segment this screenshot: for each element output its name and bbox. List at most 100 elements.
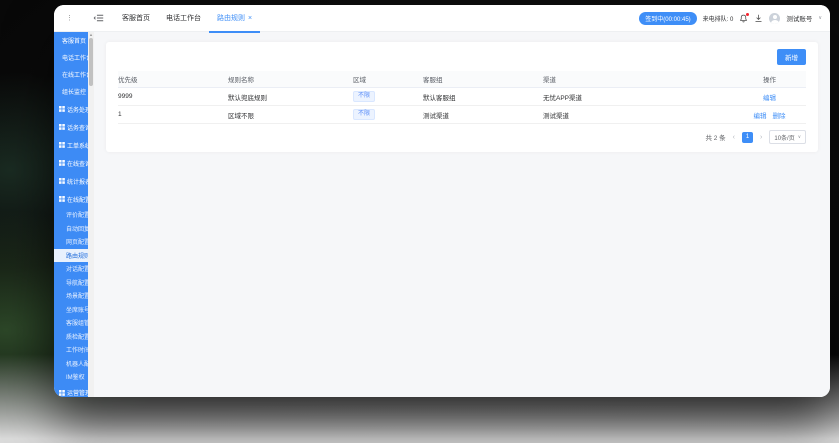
column-header: 渠道 xyxy=(543,77,556,84)
sidebar-menu: 客服首页 电话工作台 在线工作台 组长监控 话务处理 ∨ 话务查询 xyxy=(54,32,88,397)
tab[interactable]: 电话工作台 xyxy=(158,5,209,33)
sidebar-group[interactable]: 在线查询 ∨ xyxy=(54,154,88,172)
tab-close-icon[interactable]: × xyxy=(248,15,252,22)
sidebar-group[interactable]: 在线配置 ∧ xyxy=(54,190,88,208)
grid-icon xyxy=(59,142,65,148)
sidebar-subitem-label: 工作时间管理 xyxy=(66,348,88,355)
sidebar-group-label: 话务处理 xyxy=(67,107,88,114)
main-content: 新增 优先级 规则名称 区域 客服组 渠道 操作 9999 默认兜底规则 不限 默认客服组… xyxy=(94,32,830,397)
sidebar-item[interactable]: 客服首页 xyxy=(54,32,88,49)
cell-channel: 测试渠道 xyxy=(543,112,569,120)
sidebar-subitem-label: 自动回复 xyxy=(66,226,88,233)
page-number-button[interactable]: 1 xyxy=(742,131,754,143)
grid-icon xyxy=(59,124,65,130)
sidebar-subitem[interactable]: 评价配置 xyxy=(54,208,88,222)
topbar: ⋮ 客服首页 电话工作台 路由规则 × 签到中(00:00:45) 来电排队: … xyxy=(54,5,830,33)
sidebar-subitem-label: 机器人配置 xyxy=(66,361,88,368)
tab-label: 客服首页 xyxy=(122,15,150,22)
sidebar-subitem[interactable]: 质检配置 xyxy=(54,330,88,344)
download-button[interactable] xyxy=(754,14,763,23)
grid-icon xyxy=(59,160,65,166)
cell-group: 默认客服组 xyxy=(423,94,456,102)
cell-channel: 无忧APP渠道 xyxy=(543,94,583,102)
prev-page-button[interactable]: ‹ xyxy=(731,134,737,141)
page-size-select[interactable]: 10条/页 ∨ xyxy=(769,130,806,144)
column-header: 优先级 xyxy=(118,77,138,84)
sidebar-item[interactable]: 在线工作台 xyxy=(54,66,88,83)
sidebar-subitem[interactable]: 导航配置 xyxy=(54,276,88,290)
region-badge: 不限 xyxy=(353,108,376,121)
sidebar-item[interactable]: 电话工作台 xyxy=(54,49,88,66)
tab-bar: 客服首页 电话工作台 路由规则 × xyxy=(114,5,261,33)
sidebar-subitem[interactable]: IM鉴权 xyxy=(54,370,88,384)
column-header: 规则名称 xyxy=(228,77,254,84)
tab-label: 路由规则 xyxy=(217,15,245,22)
action-link[interactable]: 编辑 xyxy=(754,113,767,120)
tab[interactable]: 路由规则 × xyxy=(209,5,261,33)
sidebar-group-label: 在线查询 xyxy=(67,161,88,168)
sidebar-collapse-icon[interactable] xyxy=(93,13,104,23)
cell-rule-name: 默认兜底规则 xyxy=(228,94,267,102)
sidebar-subitem-label: 坐席账号管理 xyxy=(66,307,88,314)
sidebar-subitem-label: 客服组管理 xyxy=(66,321,88,328)
sidebar-subitem[interactable]: 坐席账号管理 xyxy=(54,303,88,317)
sidebar-group-label: 工单系统 xyxy=(67,143,88,150)
tab[interactable]: 客服首页 xyxy=(114,5,158,33)
sidebar-group[interactable]: 运营管理 ∨ xyxy=(54,384,88,397)
action-link[interactable]: 删除 xyxy=(773,113,786,120)
download-icon xyxy=(755,14,762,22)
sidebar-subitem[interactable]: 网页配置 xyxy=(54,235,88,249)
signin-status-pill[interactable]: 签到中(00:00:45) xyxy=(639,11,697,25)
sidebar-group-label: 话务查询 xyxy=(67,125,88,132)
sidebar-scrollbar[interactable]: ▲ xyxy=(88,32,94,397)
drag-handle-icon: ⋮ xyxy=(66,14,73,22)
app-window: ⋮ 客服首页 电话工作台 路由规则 × 签到中(00:00:45) 来电排队: … xyxy=(54,5,830,397)
grid-icon xyxy=(59,178,65,184)
sidebar-item-label: 组长监控 xyxy=(62,90,87,96)
sidebar-group-label: 统计报表 xyxy=(67,179,88,186)
user-menu-caret-icon[interactable]: ∨ xyxy=(818,15,822,21)
next-page-button[interactable]: › xyxy=(758,134,764,141)
toolbar: 新增 xyxy=(118,49,806,65)
sidebar-subitem[interactable]: 路由规则 xyxy=(54,248,88,262)
action-link[interactable]: 编辑 xyxy=(763,95,776,102)
sidebar-group[interactable]: 话务查询 ∨ xyxy=(54,118,88,136)
column-header: 客服组 xyxy=(423,77,443,84)
sidebar-subitem[interactable]: 场景配置 xyxy=(54,289,88,303)
sidebar-subitem[interactable]: 工作时间管理 xyxy=(54,343,88,357)
sidebar-group[interactable]: 话务处理 ∨ xyxy=(54,100,88,118)
app-body: 客服首页 电话工作台 在线工作台 组长监控 话务处理 ∨ 话务查询 xyxy=(54,32,830,397)
sidebar-subitem-label: 网页配置 xyxy=(66,240,88,247)
sidebar-group[interactable]: 统计报表 ∨ xyxy=(54,172,88,190)
sidebar-subitem[interactable]: 自动回复 xyxy=(54,222,88,236)
sidebar-subitem[interactable]: 对话配置 xyxy=(54,262,88,276)
column-header: 区域 xyxy=(353,77,366,84)
sidebar-group[interactable]: 工单系统 ∨ xyxy=(54,136,88,154)
cell-region: 不限 xyxy=(353,90,423,103)
sidebar-group-label: 在线配置 xyxy=(67,197,88,204)
sidebar-subitem[interactable]: 机器人配置 xyxy=(54,357,88,371)
sidebar-subitem[interactable]: 客服组管理 xyxy=(54,316,88,330)
sidebar-subitem-label: 质检配置 xyxy=(66,334,88,341)
page-size-caret-icon: ∨ xyxy=(797,134,801,139)
grid-icon xyxy=(59,196,65,202)
user-name[interactable]: 测试账号 xyxy=(786,13,812,23)
outdent-icon xyxy=(93,14,104,22)
sidebar-subitem-label: 导航配置 xyxy=(66,280,88,287)
column-header: 操作 xyxy=(763,77,776,84)
sidebar-group-label: 运营管理 xyxy=(67,391,88,397)
add-rule-button[interactable]: 新增 xyxy=(777,49,806,65)
region-badge: 不限 xyxy=(353,90,376,103)
notification-bell-button[interactable] xyxy=(739,12,750,23)
table-row: 9999 默认兜底规则 不限 默认客服组 无忧APP渠道 编辑 xyxy=(118,88,806,106)
sidebar-item-label: 电话工作台 xyxy=(62,56,88,62)
cell-priority: 9999 xyxy=(118,93,133,100)
scrollbar-thumb[interactable] xyxy=(89,38,93,86)
page-size-value: 10条/页 xyxy=(774,135,795,142)
cell-priority: 1 xyxy=(118,111,122,118)
routing-rules-card: 新增 优先级 规则名称 区域 客服组 渠道 操作 9999 默认兜底规则 不限 默认客服组… xyxy=(106,42,818,152)
sidebar-item[interactable]: 组长监控 xyxy=(54,83,88,100)
pagination-total: 共 2 条 xyxy=(705,135,726,142)
user-avatar[interactable] xyxy=(769,12,781,24)
notification-badge xyxy=(746,12,750,16)
